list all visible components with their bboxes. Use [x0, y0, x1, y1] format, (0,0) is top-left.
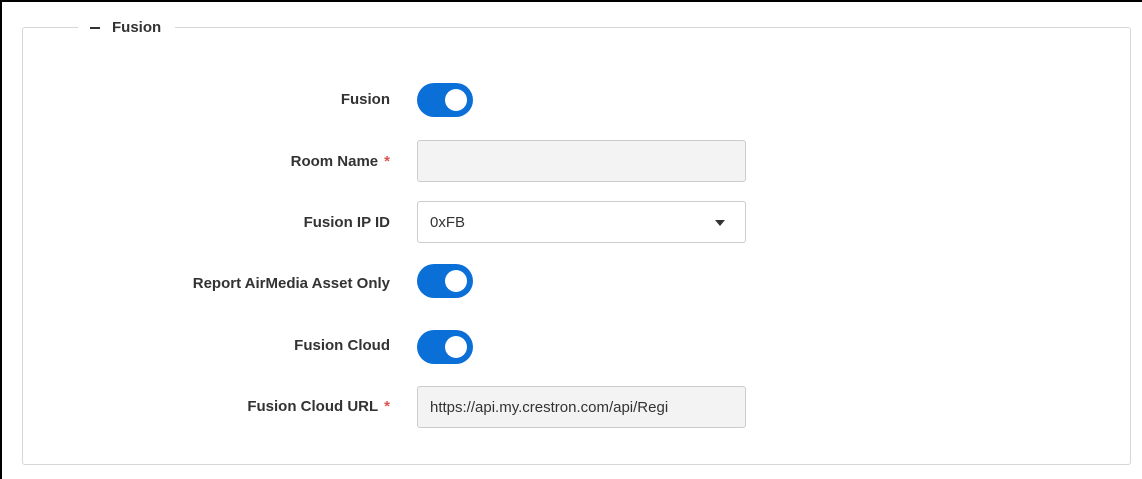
toggle-knob	[445, 89, 467, 111]
fusion-cloud-url-label: Fusion Cloud URL *	[247, 398, 390, 415]
section-header[interactable]: Fusion	[78, 12, 176, 42]
fusion-cloud-toggle[interactable]	[417, 330, 473, 364]
fusion-ip-id-select[interactable]: 0xFB	[417, 201, 746, 243]
fusion-ip-id-value: 0xFB	[430, 213, 466, 231]
required-indicator: *	[384, 398, 390, 415]
fusion-label: Fusion	[340, 91, 390, 108]
toggle-knob	[445, 336, 467, 358]
room-name-label: Room Name *	[290, 153, 390, 170]
fusion-cloud-url-input[interactable]	[417, 386, 746, 428]
minus-icon[interactable]	[90, 27, 100, 29]
report-airmedia-toggle[interactable]	[417, 264, 473, 298]
room-name-input[interactable]	[417, 140, 746, 182]
toggle-knob	[445, 270, 467, 292]
section-title: Fusion	[112, 18, 162, 36]
fusion-toggle[interactable]	[417, 83, 473, 117]
chevron-down-icon	[715, 220, 725, 226]
fusion-ip-id-label: Fusion IP ID	[303, 214, 390, 231]
report-airmedia-label: Report AirMedia Asset Only	[192, 275, 390, 292]
fusion-cloud-label: Fusion Cloud	[294, 337, 390, 354]
required-indicator: *	[384, 153, 390, 170]
